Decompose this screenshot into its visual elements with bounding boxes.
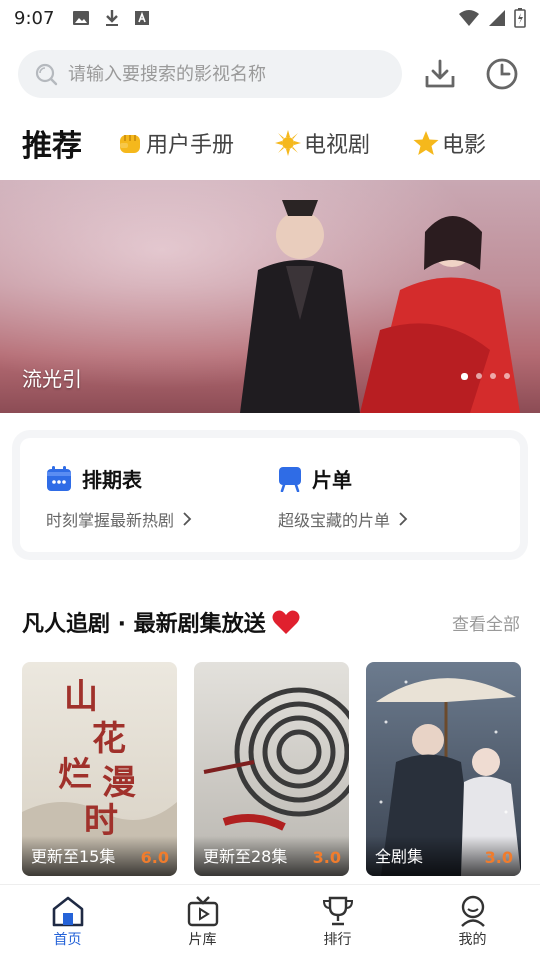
tab-label: 电视剧: [304, 133, 371, 158]
wifi-icon: [459, 10, 479, 26]
bottom-navigation: 首页 片库 排行 我的: [0, 884, 540, 960]
chevron-right-icon: [183, 512, 192, 526]
nav-label: 首页: [53, 932, 82, 948]
nav-library[interactable]: 片库: [135, 885, 270, 960]
playlist-title: 片单: [312, 468, 352, 492]
schedule-subtitle: 时刻掌握最新热剧: [46, 511, 175, 530]
drama-card[interactable]: 山 花 烂 漫 时 更新至15集 6.0: [22, 662, 177, 876]
drama-card[interactable]: 更新至28集 3.0: [194, 662, 349, 876]
episode-status: 更新至28集: [203, 847, 288, 866]
profile-icon: [460, 895, 485, 927]
nav-label: 片库: [188, 932, 217, 948]
poster-title-art: 漫: [102, 763, 136, 803]
drama-card-list: 山 花 烂 漫 时 更新至15集 6.0 更新至28集 3.0 全剧集 3.0: [22, 662, 522, 876]
rating-score: 6.0: [140, 848, 169, 867]
signal-icon: [489, 10, 505, 26]
tv-library-icon: [187, 896, 218, 927]
battery-icon: [514, 8, 526, 28]
banner-title: 流光引: [22, 367, 82, 391]
playlist-entry[interactable]: 片单 超级宝藏的片单: [278, 464, 408, 531]
poster-title-art: 山: [64, 677, 98, 717]
poster-title-art: 烂: [58, 755, 92, 795]
chevron-right-icon: [399, 512, 408, 526]
font-notification-icon: [135, 11, 150, 25]
banner-dot[interactable]: [490, 373, 496, 379]
tab-tv-series[interactable]: 电视剧: [274, 127, 370, 159]
nav-label: 我的: [458, 932, 487, 948]
tab-movie[interactable]: 电影: [412, 127, 486, 159]
tab-label: 电影: [442, 133, 487, 158]
fist-emoji-icon: [120, 135, 140, 153]
tab-user-manual[interactable]: 用户手册: [116, 127, 234, 159]
playlist-subtitle: 超级宝藏的片单: [278, 511, 391, 530]
calendar-icon: [47, 465, 71, 491]
search-input[interactable]: [68, 63, 368, 85]
tab-recommend[interactable]: 推荐: [22, 121, 82, 165]
episode-status: 全剧集: [375, 847, 424, 866]
banner-dot[interactable]: [461, 373, 468, 380]
hero-banner[interactable]: 流光引: [0, 180, 540, 413]
poster-title-art: 时: [84, 801, 118, 841]
section-title: 凡人追剧 · 最新剧集放送: [22, 612, 266, 637]
heart-icon: [272, 610, 300, 634]
nav-profile[interactable]: 我的: [405, 885, 540, 960]
schedule-title: 排期表: [82, 468, 142, 492]
search-bar[interactable]: [18, 50, 402, 98]
drama-card[interactable]: 全剧集 3.0: [366, 662, 521, 876]
rating-score: 3.0: [484, 848, 513, 867]
playlist-icon: [279, 466, 301, 492]
history-icon[interactable]: [484, 56, 520, 92]
tab-label: 用户手册: [146, 133, 235, 158]
rating-score: 3.0: [312, 848, 341, 867]
schedule-entry[interactable]: 排期表 时刻掌握最新热剧: [46, 464, 192, 531]
download-notification-icon: [106, 10, 119, 26]
banner-dot[interactable]: [504, 373, 510, 379]
status-time: 9:07: [14, 7, 55, 29]
tab-label: 推荐: [22, 129, 82, 164]
nav-label: 排行: [323, 932, 352, 948]
section-header: 凡人追剧 · 最新剧集放送 查看全部: [22, 602, 520, 642]
category-tabs: 推荐 用户手册 电视剧 电影: [22, 118, 522, 168]
star-emoji-icon: [413, 131, 439, 155]
banner-pagination: [461, 373, 510, 380]
banner-dot[interactable]: [476, 373, 482, 379]
gallery-notification-icon: [73, 11, 90, 25]
view-all-link[interactable]: 查看全部: [452, 610, 520, 635]
search-icon: [35, 63, 58, 86]
status-bar: 9:07: [0, 0, 540, 36]
nav-ranking[interactable]: 排行: [270, 885, 405, 960]
home-icon: [52, 896, 83, 927]
nav-home[interactable]: 首页: [0, 885, 135, 960]
trophy-icon: [322, 896, 353, 926]
sun-emoji-icon: [275, 130, 302, 156]
download-icon[interactable]: [422, 56, 458, 92]
quick-entry-panel: 排期表 时刻掌握最新热剧 片单 超级宝藏的片单: [12, 430, 528, 560]
poster-title-art: 花: [92, 719, 126, 759]
search-row: [18, 50, 528, 98]
episode-status: 更新至15集: [31, 847, 116, 866]
quick-entry-card: 排期表 时刻掌握最新热剧 片单 超级宝藏的片单: [20, 438, 520, 552]
